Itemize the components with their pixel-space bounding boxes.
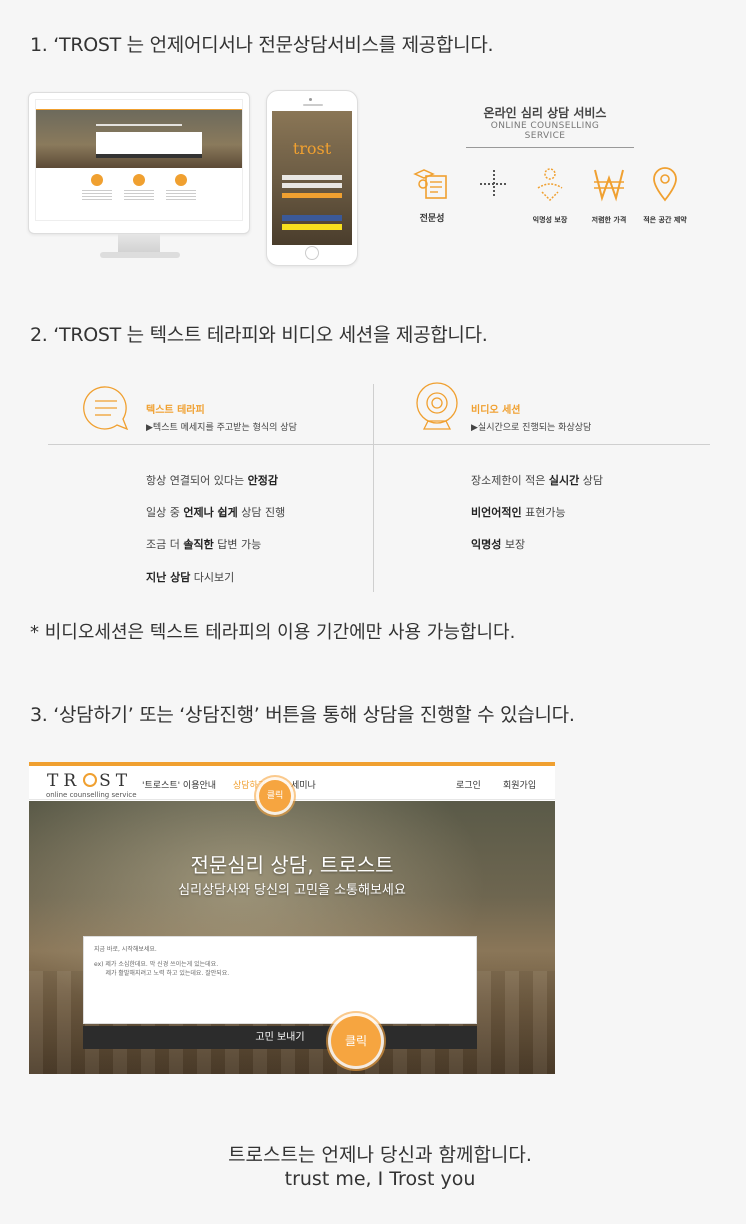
- phone-kakao-button: [282, 224, 342, 230]
- send-concern-button[interactable]: 고민 보내기: [83, 1026, 477, 1049]
- phone-input-pw: [282, 183, 342, 188]
- hero-subheadline: 심리상담사와 당신의 고민을 소통해보세요: [178, 883, 406, 898]
- video-session-heading: 비디오 세션: [471, 405, 521, 416]
- certificate-icon: [413, 169, 447, 199]
- section1-title: 1. ‘TROST 는 언제어디서나 전문상담서비스를 제공합니다.: [30, 34, 494, 56]
- phone-input-id: [282, 175, 342, 180]
- text-point-2: 일상 중 언제나 쉽게 상담 진행: [146, 506, 286, 519]
- text-point-3: 조금 더 솔직한 답변 가능: [146, 538, 262, 551]
- nav-seminar[interactable]: 세미나: [291, 778, 316, 791]
- won-icon: [594, 169, 624, 202]
- text-therapy-heading: 텍스트 테라피: [146, 405, 205, 416]
- location-pin-icon: [653, 167, 677, 202]
- footer-line2: trust me, I Trost you: [284, 1168, 476, 1190]
- desktop-feature-icons: [36, 168, 242, 186]
- site-logo[interactable]: TR ST: [47, 771, 132, 791]
- phone-mockup: trost: [266, 90, 358, 266]
- desktop-hero: [36, 110, 242, 168]
- chat-bubble-icon: [83, 386, 129, 431]
- phone-facebook-button: [282, 215, 342, 221]
- service-divider: [466, 147, 634, 148]
- plus-icon: [480, 170, 508, 198]
- phone-home-button: [305, 246, 319, 260]
- phone-logo: trost: [292, 139, 332, 158]
- monitor-stand: [118, 234, 160, 254]
- click-badge-send: 클릭: [331, 1016, 381, 1066]
- video-point-2: 비언어적인 표현가능: [471, 506, 566, 519]
- section3-title: 3. ‘상담하기’ 또는 ‘상담진행’ 버튼을 통해 상담을 진행할 수 있습니…: [30, 704, 575, 726]
- video-point-3: 익명성 보장: [471, 538, 526, 551]
- service-title: 온라인 심리 상담 서비스: [483, 106, 607, 120]
- concern-textarea[interactable]: 지금 바로, 시작해보세요. ex) 제가 소심한데요. 막 신경 쓰이는게 있…: [83, 936, 477, 1024]
- nav-guide[interactable]: '트로스트' 이용안내: [142, 778, 216, 791]
- phone-login-button: [282, 193, 342, 198]
- video-session-desc-text: 실시간으로 진행되는 화상상담: [477, 423, 592, 433]
- nav-login[interactable]: 로그인: [456, 778, 481, 791]
- text-therapy-desc-text: 텍스트 메세지를 주고받는 형식의 상담: [152, 423, 297, 433]
- video-session-desc: ▶실시간으로 진행되는 화상상담: [471, 423, 592, 433]
- desktop-feature-text: [36, 186, 242, 200]
- video-point-1: 장소제한이 적은 실시간 상담: [471, 474, 603, 487]
- desktop-monitor-mockup: [28, 92, 250, 234]
- footer-line1: 트로스트는 언제나 당신과 함께합니다.: [228, 1144, 532, 1166]
- service-subtitle: ONLINE COUNSELLING SERVICE: [490, 121, 600, 141]
- section2-vertical-divider: [373, 384, 374, 592]
- nav-signup[interactable]: 회원가입: [503, 778, 536, 791]
- anonymous-user-icon: [537, 168, 563, 202]
- site-nav: TR ST online counselling service '트로스트' 이…: [29, 766, 555, 800]
- hero-headline: 전문심리 상담, 트로스트: [190, 853, 394, 877]
- webcam-icon: [416, 382, 458, 430]
- feature-label-expertise: 전문성: [419, 214, 445, 224]
- phone-camera: [309, 98, 312, 101]
- click-badge-nav: 클릭: [259, 780, 291, 812]
- text-point-1: 항상 연결되어 있다는 안정감: [146, 474, 278, 487]
- logo-o-icon: [83, 773, 98, 787]
- site-logo-subtitle: online counselling service: [46, 791, 137, 799]
- section2-horizontal-divider: [48, 444, 710, 445]
- monitor-base: [100, 252, 180, 258]
- video-session-note: * 비디오세션은 텍스트 테라피의 이용 기간에만 사용 가능합니다.: [30, 622, 516, 643]
- text-therapy-desc: ▶텍스트 메세지를 주고받는 형식의 상담: [146, 423, 297, 433]
- phone-screen: trost: [272, 111, 352, 245]
- website-screenshot: TR ST online counselling service '트로스트' 이…: [29, 762, 555, 1074]
- feature-label-space: 적은 공간 제약: [643, 216, 687, 224]
- desktop-screen: [35, 99, 243, 221]
- text-point-4: 지난 상담 다시보기: [146, 571, 235, 584]
- section2-title: 2. ‘TROST 는 텍스트 테라피와 비디오 세션을 제공합니다.: [30, 324, 488, 346]
- phone-speaker: [303, 104, 323, 106]
- desktop-nav: [36, 100, 242, 110]
